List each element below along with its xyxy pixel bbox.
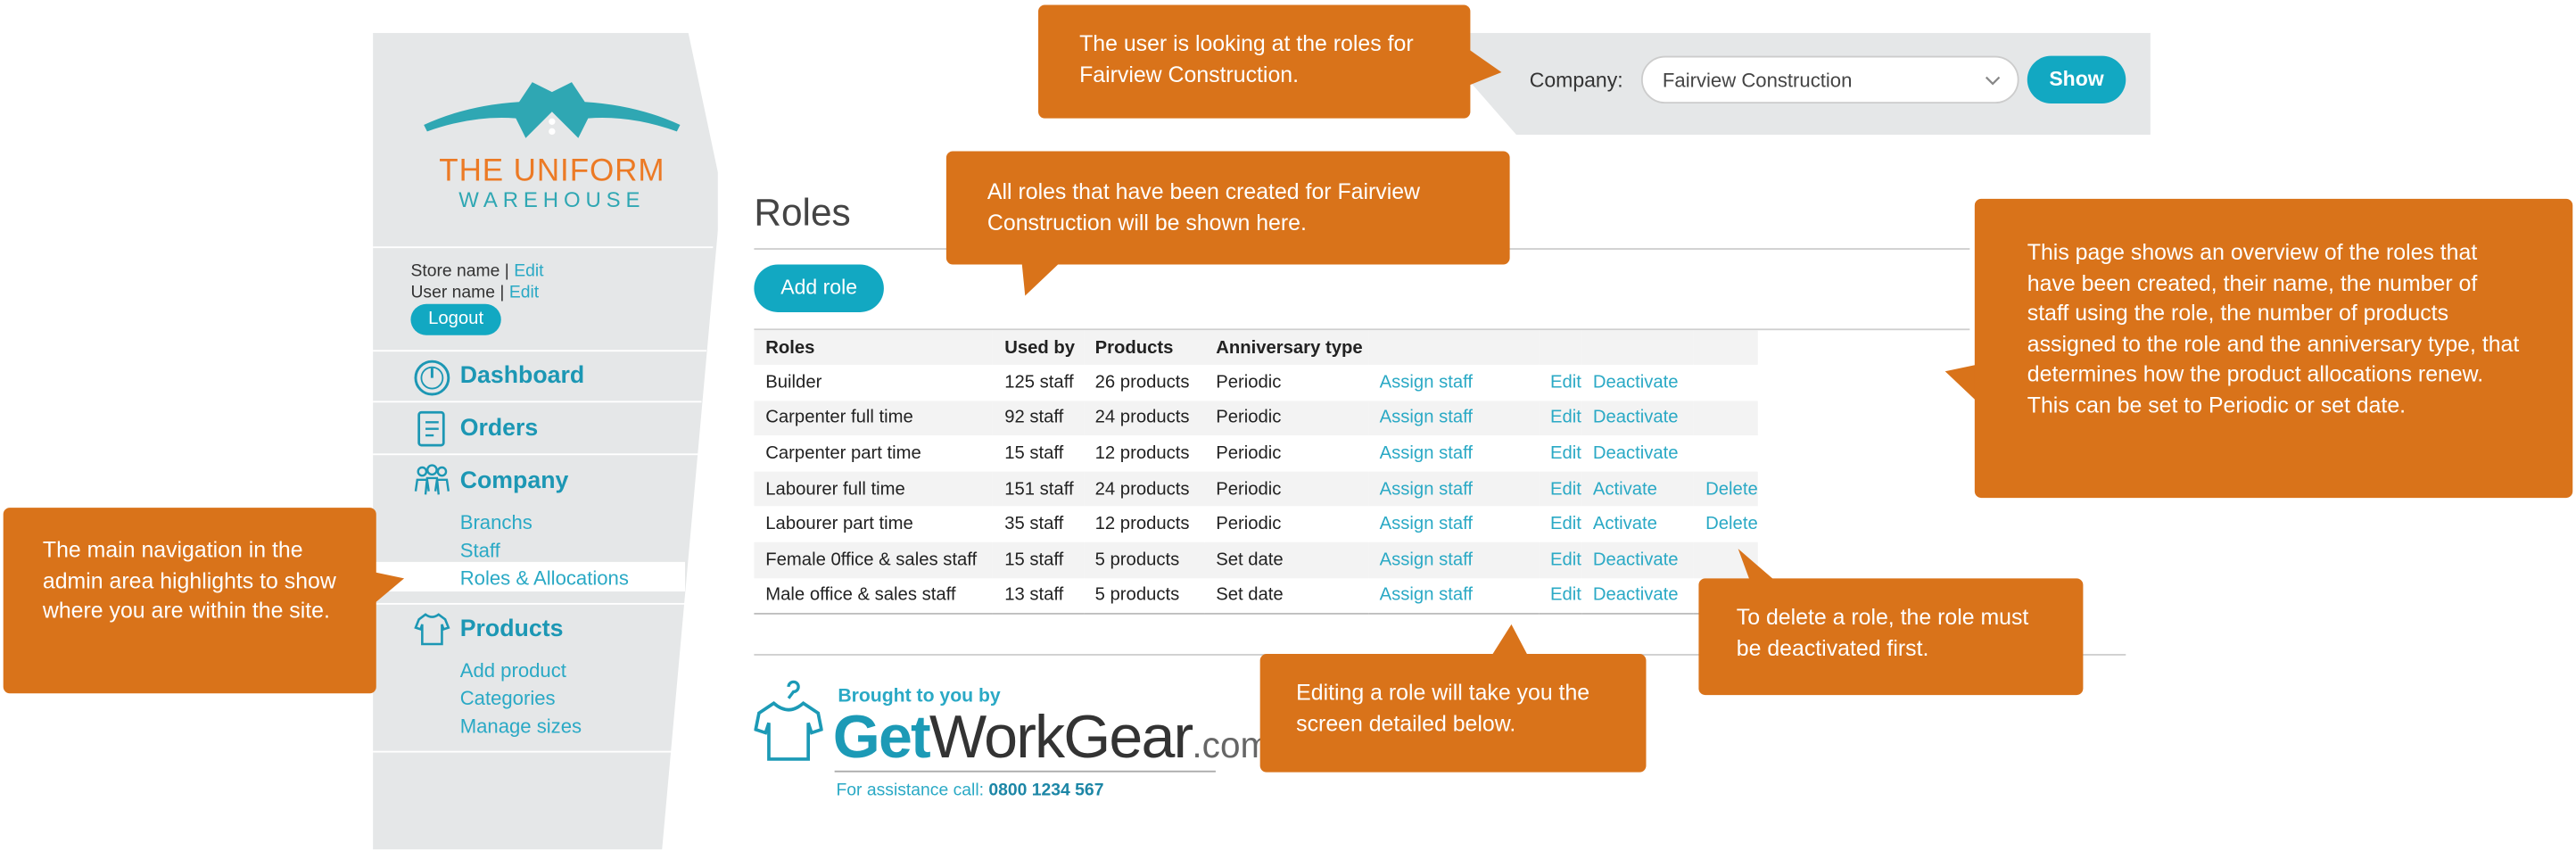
callout-company: The user is looking at the roles for Fai… [1038, 4, 1471, 119]
annotated-screenshot: THE UNIFORM WAREHOUSE Store name | Edit … [0, 0, 2576, 857]
callout-navigation: The main navigation in the admin area hi… [3, 508, 376, 694]
callout-overview: This page shows an overview of the roles… [1974, 198, 2573, 499]
callout-roles: All roles that have been created for Fai… [945, 151, 1510, 265]
callout-edit: Editing a role will take you the screen … [1259, 654, 1647, 773]
callout-delete: To delete a role, the role must be deact… [1698, 578, 2084, 696]
